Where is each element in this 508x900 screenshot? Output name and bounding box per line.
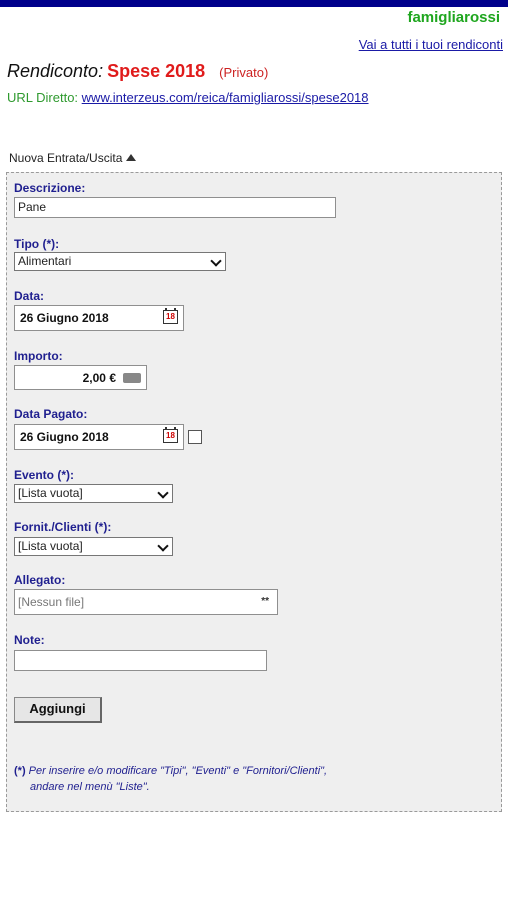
fornitori-selected: [Lista vuota]	[18, 539, 83, 553]
tipo-selected: Alimentari	[18, 254, 72, 268]
fornitori-select[interactable]: [Lista vuota]	[14, 537, 173, 556]
aggiungi-button[interactable]: Aggiungi	[14, 697, 102, 723]
paid-checkbox[interactable]	[188, 430, 202, 444]
footnote-line-2: andare nel menù "Liste".	[30, 781, 150, 793]
descrizione-input[interactable]: Pane	[14, 197, 336, 218]
data-pagato-label: Data Pagato:	[14, 407, 88, 421]
footnote: (*) Per inserire e/o modificare "Tipi", …	[14, 763, 394, 795]
section-title: Nuova Entrata/Uscita	[9, 151, 123, 165]
descrizione-label: Descrizione:	[14, 181, 86, 195]
evento-label: Evento (*):	[14, 468, 74, 482]
data-pagato-field[interactable]: 26 Giugno 2018 18	[14, 424, 184, 450]
tipo-select[interactable]: Alimentari	[14, 252, 226, 271]
footnote-marker: (*)	[14, 765, 26, 777]
direct-url-row: URL Diretto: www.interzeus.com/reica/fam…	[7, 90, 369, 105]
note-input[interactable]	[14, 650, 267, 671]
report-name: Spese 2018	[107, 61, 206, 81]
chevron-down-icon	[157, 487, 169, 499]
top-bar	[0, 0, 508, 7]
allegato-label: Allegato:	[14, 573, 66, 587]
note-label: Note:	[14, 633, 45, 647]
entry-form-panel: Descrizione: Pane Tipo (*): Alimentari D…	[6, 172, 502, 812]
importo-field[interactable]: 2,00 €	[14, 365, 147, 390]
allegato-placeholder: [Nessun file]	[18, 595, 85, 609]
direct-url-link[interactable]: www.interzeus.com/reica/famigliarossi/sp…	[82, 90, 369, 105]
title-label: Rendiconto:	[7, 61, 104, 81]
importo-label: Importo:	[14, 349, 63, 363]
keyboard-icon[interactable]	[123, 373, 141, 383]
evento-select[interactable]: [Lista vuota]	[14, 484, 173, 503]
calendar-icon[interactable]: 18	[163, 308, 178, 324]
username: famigliarossi	[407, 9, 500, 26]
collapse-arrow-icon	[126, 154, 137, 161]
data-field[interactable]: 26 Giugno 2018 18	[14, 305, 184, 331]
chevron-down-icon	[210, 255, 222, 267]
section-toggle[interactable]: Nuova Entrata/Uscita	[9, 151, 137, 165]
chevron-down-icon	[157, 540, 169, 552]
data-pagato-value: 26 Giugno 2018	[20, 430, 109, 444]
allegato-field[interactable]: [Nessun file] **	[14, 589, 278, 615]
importo-value: 2,00 €	[82, 371, 116, 385]
direct-url-label: URL Diretto:	[7, 90, 79, 105]
tipo-label: Tipo (*):	[14, 237, 60, 251]
visibility-badge: (Privato)	[219, 65, 269, 80]
all-reports-link[interactable]: Vai a tutti i tuoi rendiconti	[359, 37, 503, 52]
clear-file-icon[interactable]: **	[261, 590, 269, 614]
fornitori-label: Fornit./Clienti (*):	[14, 520, 112, 534]
data-value: 26 Giugno 2018	[20, 311, 109, 325]
evento-selected: [Lista vuota]	[18, 486, 83, 500]
calendar-icon[interactable]: 18	[163, 427, 178, 443]
page-title: Rendiconto: Spese 2018 (Privato)	[7, 61, 268, 82]
data-label: Data:	[14, 289, 45, 303]
footnote-line-1: Per inserire e/o modificare "Tipi", "Eve…	[28, 765, 328, 777]
